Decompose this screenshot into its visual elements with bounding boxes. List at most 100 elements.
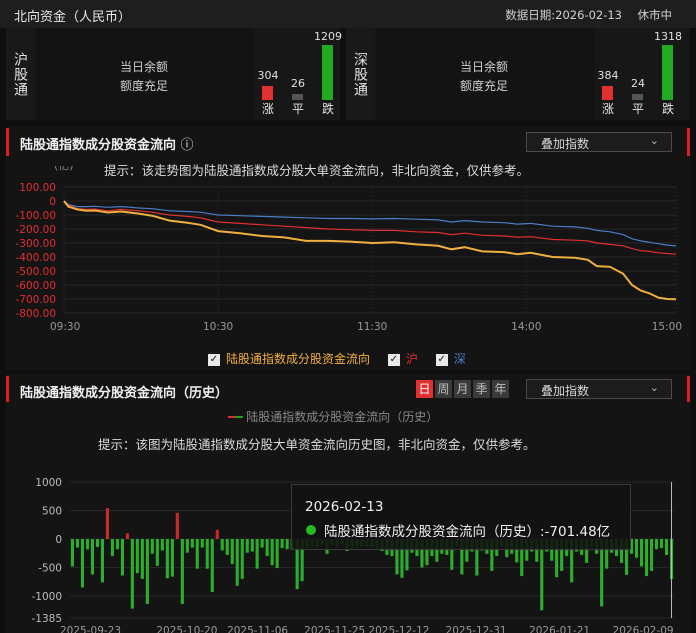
data-date: 数据日期:2026-02-13 xyxy=(505,8,622,22)
section-marker-left xyxy=(6,376,9,402)
y-tick-label: 1000 xyxy=(35,477,62,489)
x-tick-label: 2025-09-23 xyxy=(60,625,121,633)
history-bar xyxy=(170,539,174,577)
series-line-2 xyxy=(63,200,677,247)
sh-breadth-bars: 304 涨 26 平 1209 跌 xyxy=(256,28,348,120)
history-bar xyxy=(250,539,254,552)
sz-flat-count: 24 xyxy=(631,77,645,90)
tab-month[interactable]: 月 xyxy=(454,380,471,398)
history-legend-label: 陆股通指数成分股资金流向（历史） xyxy=(246,410,439,424)
history-bar xyxy=(215,529,219,539)
history-bar xyxy=(260,539,264,548)
history-tooltip: 2026-02-13 陆股通指数成分股资金流向（历史）:-701.48亿 xyxy=(291,484,631,550)
sz-down-label: 跌 xyxy=(661,102,674,116)
intraday-line-chart: (亿) 100.00 0 -100.00 -200.00 -300.00 -400.00 -5… xyxy=(15,166,682,333)
tab-year[interactable]: 年 xyxy=(492,380,509,398)
overlay-index-label: 叠加指数 xyxy=(541,384,590,398)
overlay-index-label: 叠加指数 xyxy=(541,137,590,151)
sz-up-label: 涨 xyxy=(601,102,614,116)
history-bar xyxy=(165,539,169,579)
market-status: 休市中 xyxy=(637,8,673,22)
x-tick-label: 09:30 xyxy=(50,321,80,333)
sh-down-bar xyxy=(322,45,333,100)
history-bar xyxy=(255,539,259,569)
y-tick-label: 100.00 xyxy=(19,182,56,194)
overlay-index-dropdown[interactable]: 叠加指数 ⌄ xyxy=(526,132,672,152)
intraday-title-text: 陆股通指数成分股资金流向 xyxy=(20,138,177,153)
history-bar xyxy=(100,539,104,583)
history-bar xyxy=(210,539,214,592)
x-tick-label: 15:00 xyxy=(652,321,682,333)
legend-item-sh[interactable]: ✓ 沪 xyxy=(387,352,418,366)
history-bar xyxy=(185,539,189,553)
legend-item-sz[interactable]: ✓ 深 xyxy=(435,352,466,366)
chevron-down-icon: ⌄ xyxy=(649,381,659,394)
x-tick-label: 2025-10-20 xyxy=(156,625,217,633)
checkbox-icon: ✓ xyxy=(208,353,220,366)
y-tick-label: -300.00 xyxy=(15,238,56,250)
sz-balance-label: 当日余额 xyxy=(460,60,509,74)
y-tick-label: 0 xyxy=(49,196,56,208)
tab-week[interactable]: 周 xyxy=(435,380,452,398)
sh-down-label: 跌 xyxy=(321,102,334,116)
sz-up-bar xyxy=(602,86,613,100)
sh-flat-label: 平 xyxy=(291,102,304,116)
history-bar xyxy=(660,539,664,549)
history-bar xyxy=(245,539,249,553)
series-dot-icon xyxy=(306,525,316,535)
sz-balance-value: 额度充足 xyxy=(460,79,509,93)
history-bar xyxy=(230,539,234,565)
history-bar xyxy=(175,512,179,539)
checkbox-icon: ✓ xyxy=(387,353,400,366)
history-bar xyxy=(285,539,289,550)
x-tick-label: 14:00 xyxy=(511,321,541,333)
y-tick-label: -200.00 xyxy=(15,224,56,236)
history-bar xyxy=(150,539,154,554)
x-tick-label: 2025-11-06 xyxy=(227,625,288,633)
sh-down-count: 1209 xyxy=(314,30,342,43)
history-bar xyxy=(280,539,284,549)
history-bar xyxy=(665,539,669,555)
sz-flat-label: 平 xyxy=(631,102,644,116)
y-tick-label: -1385 xyxy=(31,613,62,625)
history-bar xyxy=(645,539,649,577)
history-bar xyxy=(275,539,279,569)
checkbox-icon: ✓ xyxy=(435,353,448,366)
tab-quarter[interactable]: 季 xyxy=(473,380,490,398)
history-legend[interactable]: ━━ 陆股通指数成分股资金流向（历史） xyxy=(228,408,438,425)
overlay-index-dropdown[interactable]: 叠加指数 ⌄ xyxy=(526,379,672,399)
y-tick-label: -500 xyxy=(38,563,62,575)
history-bar xyxy=(265,539,269,557)
history-bar xyxy=(225,539,229,555)
unit-label: (亿) xyxy=(54,166,74,172)
history-bar xyxy=(160,539,164,551)
top-bar: 北向资金（人民币） 数据日期:2026-02-13 休市中 xyxy=(0,0,696,28)
sz-connect-panel: 深股通 当日余额 额度充足 384 涨 24 平 1318 跌 xyxy=(346,28,690,120)
sz-connect-label: 深股通 xyxy=(346,28,374,120)
history-bar xyxy=(235,539,239,586)
sz-balance-box: 当日余额 额度充足 xyxy=(376,28,594,120)
history-bar xyxy=(655,539,659,550)
info-circle-icon[interactable]: ⓘ xyxy=(181,138,194,153)
y-tick-label: -100.00 xyxy=(15,210,56,222)
tab-day[interactable]: 日 xyxy=(416,380,433,398)
page-title: 北向资金（人民币） xyxy=(14,10,132,25)
section-marker-left xyxy=(6,128,9,156)
history-bar xyxy=(125,533,129,539)
legend-label-sh: 沪 xyxy=(405,352,418,366)
history-bar xyxy=(180,539,184,604)
y-tick-label: 500 xyxy=(42,506,62,518)
history-bar xyxy=(220,539,224,551)
y-tick-label: -700.00 xyxy=(15,294,56,306)
y-tick-label: -800.00 xyxy=(15,308,56,320)
intraday-legend: ✓ 陆股通指数成分股资金流向 ✓ 沪 ✓ 深 xyxy=(208,350,466,367)
legend-label-total: 陆股通指数成分股资金流向 xyxy=(226,352,371,366)
series-line-0 xyxy=(63,200,677,301)
x-tick-label: 10:30 xyxy=(203,321,233,333)
sh-balance-box: 当日余额 额度充足 xyxy=(36,28,254,120)
y-tick-label: -600.00 xyxy=(15,280,56,292)
history-bar xyxy=(80,539,84,588)
history-bar xyxy=(130,539,134,609)
tooltip-date: 2026-02-13 xyxy=(305,499,384,515)
legend-item-total[interactable]: ✓ 陆股通指数成分股资金流向 xyxy=(208,352,370,366)
